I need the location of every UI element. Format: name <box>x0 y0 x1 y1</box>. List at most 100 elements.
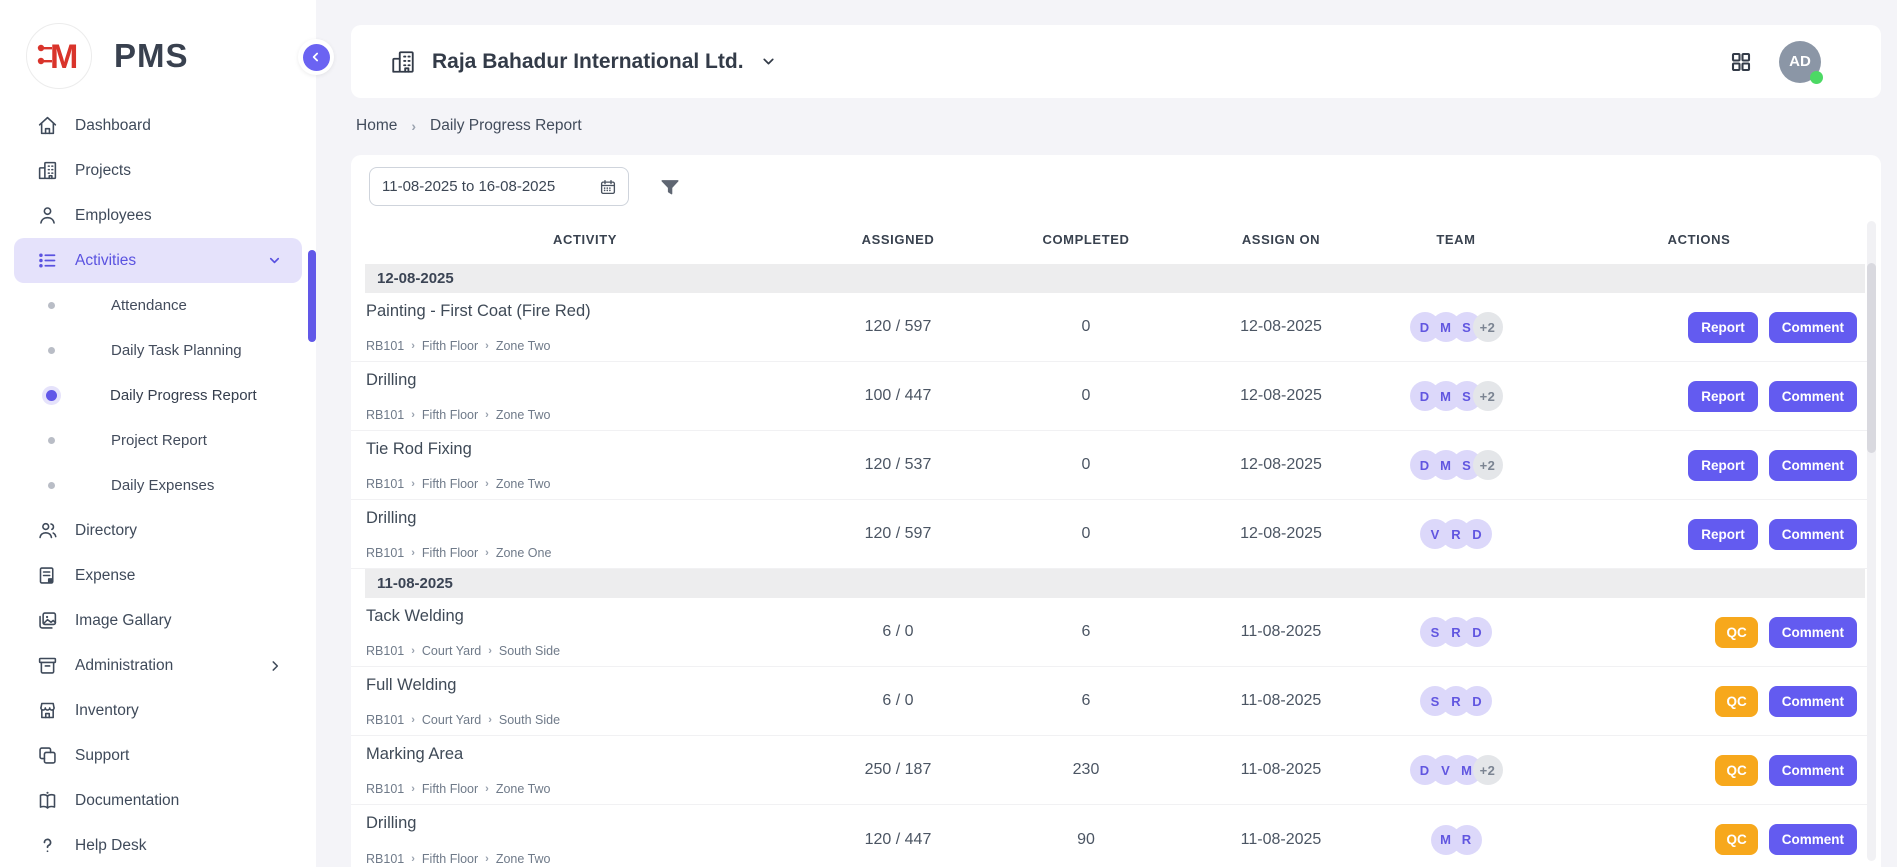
chevron-right-icon: › <box>485 853 489 865</box>
chevron-right-icon: › <box>485 340 489 352</box>
activity-location-path: RB101› Fifth Floor› Zone Two <box>366 339 805 353</box>
filter-funnel-icon[interactable] <box>659 176 681 198</box>
comment-button[interactable]: Comment <box>1769 617 1857 648</box>
activity-cell: Tack Welding RB101› Court Yard› South Si… <box>365 598 805 666</box>
team-more-badge: +2 <box>1473 381 1503 411</box>
company-selector[interactable]: Raja Bahadur International Ltd. <box>390 25 777 98</box>
assigned-value: 6 / 0 <box>805 692 991 710</box>
sidebar-subitem-label: Daily Task Planning <box>111 342 242 359</box>
team-avatars: S R D <box>1381 617 1531 647</box>
scrollbar-thumb[interactable] <box>1867 263 1876 453</box>
chevron-right-icon: › <box>485 547 489 559</box>
activity-title: Marking Area <box>366 745 805 764</box>
sidebar-subitem-label: Project Report <box>111 432 207 449</box>
actions-cell: QC Comment <box>1531 824 1867 855</box>
company-name: Raja Bahadur International Ltd. <box>432 50 744 74</box>
people-icon <box>37 520 58 541</box>
comment-button[interactable]: Comment <box>1769 312 1857 343</box>
team-avatar: D <box>1462 686 1492 716</box>
top-header: Raja Bahadur International Ltd. AD <box>351 25 1881 98</box>
qc-button[interactable]: QC <box>1715 824 1757 855</box>
actions-cell: Report Comment <box>1531 312 1867 343</box>
assigned-value: 120 / 597 <box>805 525 991 543</box>
activity-title: Drilling <box>366 814 805 833</box>
breadcrumb-current: Daily Progress Report <box>430 117 582 135</box>
sidebar-subitem-daily-expenses[interactable]: Daily Expenses <box>0 463 316 508</box>
qc-button[interactable]: QC <box>1715 617 1757 648</box>
daily-progress-report-card: 11-08-2025 to 16-08-2025 ACTIVITY ASSIGN… <box>351 155 1881 867</box>
sidebar-item-directory[interactable]: Directory <box>0 508 316 553</box>
sidebar-item-activities[interactable]: Activities <box>14 238 302 283</box>
sidebar-item-projects[interactable]: Projects <box>0 148 316 193</box>
qc-button[interactable]: QC <box>1715 686 1757 717</box>
completed-value: 6 <box>991 623 1181 641</box>
breadcrumb-home[interactable]: Home <box>356 117 397 135</box>
comment-button[interactable]: Comment <box>1769 450 1857 481</box>
column-header-completed: COMPLETED <box>991 232 1181 247</box>
assign-on-date: 12-08-2025 <box>1181 525 1381 543</box>
assign-on-date: 11-08-2025 <box>1181 623 1381 641</box>
chevron-right-icon: › <box>411 547 415 559</box>
apps-grid-icon[interactable] <box>1729 50 1753 74</box>
sidebar-item-expense[interactable]: Expense <box>0 553 316 598</box>
receipt-icon <box>37 565 58 586</box>
team-more-badge: +2 <box>1473 312 1503 342</box>
column-header-activity: ACTIVITY <box>365 232 805 247</box>
sidebar-item-label: Dashboard <box>75 117 151 135</box>
calendar-icon <box>599 178 617 196</box>
question-icon <box>37 835 58 856</box>
chevron-right-icon: › <box>488 645 492 657</box>
date-group-header: 12-08-2025 <box>365 264 1865 293</box>
report-button[interactable]: Report <box>1688 519 1758 550</box>
list-icon <box>37 250 58 271</box>
completed-value: 6 <box>991 692 1181 710</box>
chevron-right-icon <box>268 659 282 673</box>
report-button[interactable]: Report <box>1688 312 1758 343</box>
sidebar-item-help-desk[interactable]: Help Desk <box>0 823 316 867</box>
sidebar-item-support[interactable]: Support <box>0 733 316 778</box>
report-button[interactable]: Report <box>1688 381 1758 412</box>
comment-button[interactable]: Comment <box>1769 686 1857 717</box>
user-avatar[interactable]: AD <box>1779 41 1821 83</box>
comment-button[interactable]: Comment <box>1769 519 1857 550</box>
sidebar-collapse-button[interactable] <box>298 39 334 75</box>
sidebar-item-label: Image Gallary <box>75 612 171 630</box>
sidebar-subitem-attendance[interactable]: Attendance <box>0 283 316 328</box>
chevron-right-icon: › <box>411 409 415 421</box>
sidebar-subitem-daily-progress-report[interactable]: Daily Progress Report <box>0 373 316 418</box>
header-actions: AD <box>1729 25 1821 98</box>
activity-title: Painting - First Coat (Fire Red) <box>366 302 805 321</box>
activity-location-path: RB101› Court Yard› South Side <box>366 713 805 727</box>
comment-button[interactable]: Comment <box>1769 381 1857 412</box>
chevron-left-icon <box>303 44 330 71</box>
assign-on-date: 11-08-2025 <box>1181 761 1381 779</box>
sidebar-subitem-project-report[interactable]: Project Report <box>0 418 316 463</box>
chevron-right-icon: › <box>411 478 415 490</box>
sidebar-item-employees[interactable]: Employees <box>0 193 316 238</box>
sidebar-item-administration[interactable]: Administration <box>0 643 316 688</box>
chevron-down-icon <box>760 53 777 70</box>
report-button[interactable]: Report <box>1688 450 1758 481</box>
comment-button[interactable]: Comment <box>1769 824 1857 855</box>
comment-button[interactable]: Comment <box>1769 755 1857 786</box>
table-row: Drilling RB101› Fifth Floor› Zone One 12… <box>351 500 1867 569</box>
completed-value: 90 <box>991 831 1181 849</box>
sidebar-item-image-gallary[interactable]: Image Gallary <box>0 598 316 643</box>
table-row: Drilling RB101› Fifth Floor› Zone Two 12… <box>351 805 1867 867</box>
activity-cell: Tie Rod Fixing RB101› Fifth Floor› Zone … <box>365 431 805 499</box>
assign-on-date: 12-08-2025 <box>1181 318 1381 336</box>
actions-cell: QC Comment <box>1531 686 1867 717</box>
sidebar-item-dashboard[interactable]: Dashboard <box>0 103 316 148</box>
sidebar-subitem-daily-task-planning[interactable]: Daily Task Planning <box>0 328 316 373</box>
sidebar-item-inventory[interactable]: Inventory <box>0 688 316 733</box>
sidebar-item-label: Employees <box>75 207 152 225</box>
app-root: M PMS Dashboard Projects Employees Activ… <box>0 0 1897 867</box>
activity-location-path: RB101› Fifth Floor› Zone Two <box>366 782 805 796</box>
table-row: Painting - First Coat (Fire Red) RB101› … <box>351 293 1867 362</box>
date-range-input[interactable]: 11-08-2025 to 16-08-2025 <box>369 167 629 206</box>
bullet-icon <box>48 302 55 309</box>
bullet-icon <box>46 390 57 401</box>
sidebar-item-documentation[interactable]: Documentation <box>0 778 316 823</box>
qc-button[interactable]: QC <box>1715 755 1757 786</box>
date-group-header: 11-08-2025 <box>365 569 1865 598</box>
